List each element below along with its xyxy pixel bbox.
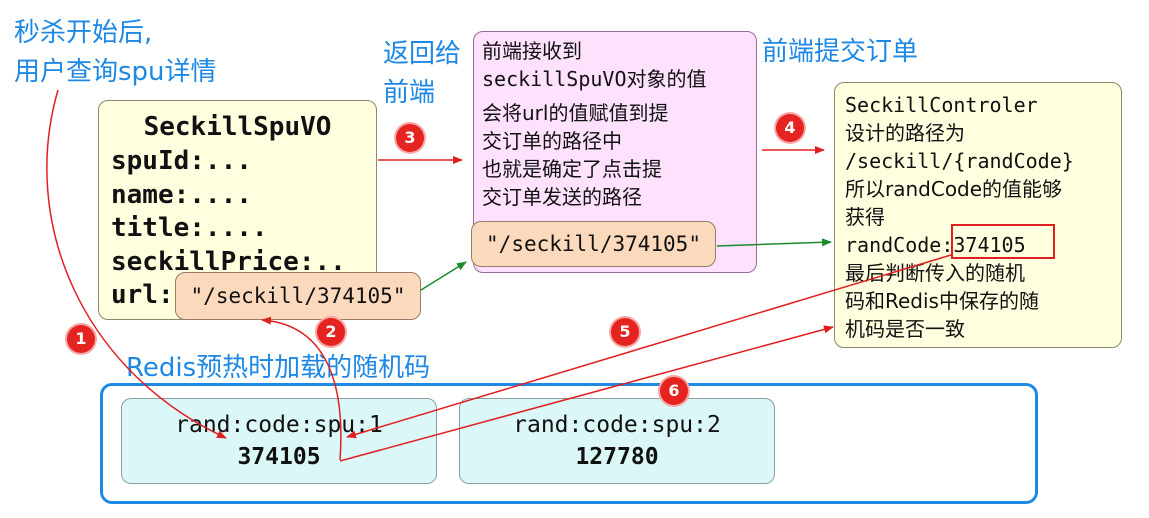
- step-badge-3: 3: [396, 124, 424, 152]
- arrows-layer: [46, 89, 952, 462]
- arrow-step-5: [346, 254, 952, 439]
- step-badge-1: 1: [67, 325, 95, 353]
- step-badge-6: 6: [660, 377, 688, 405]
- step-badge-2: 2: [317, 318, 345, 346]
- arrow-url-to-frontend: [420, 261, 467, 291]
- arrow-path-to-randcode: [716, 238, 832, 247]
- arrow-step-1: [46, 89, 227, 439]
- step-badge-4: 4: [776, 114, 804, 142]
- step-badge-5: 5: [611, 318, 639, 346]
- arrow-step-6: [339, 325, 834, 462]
